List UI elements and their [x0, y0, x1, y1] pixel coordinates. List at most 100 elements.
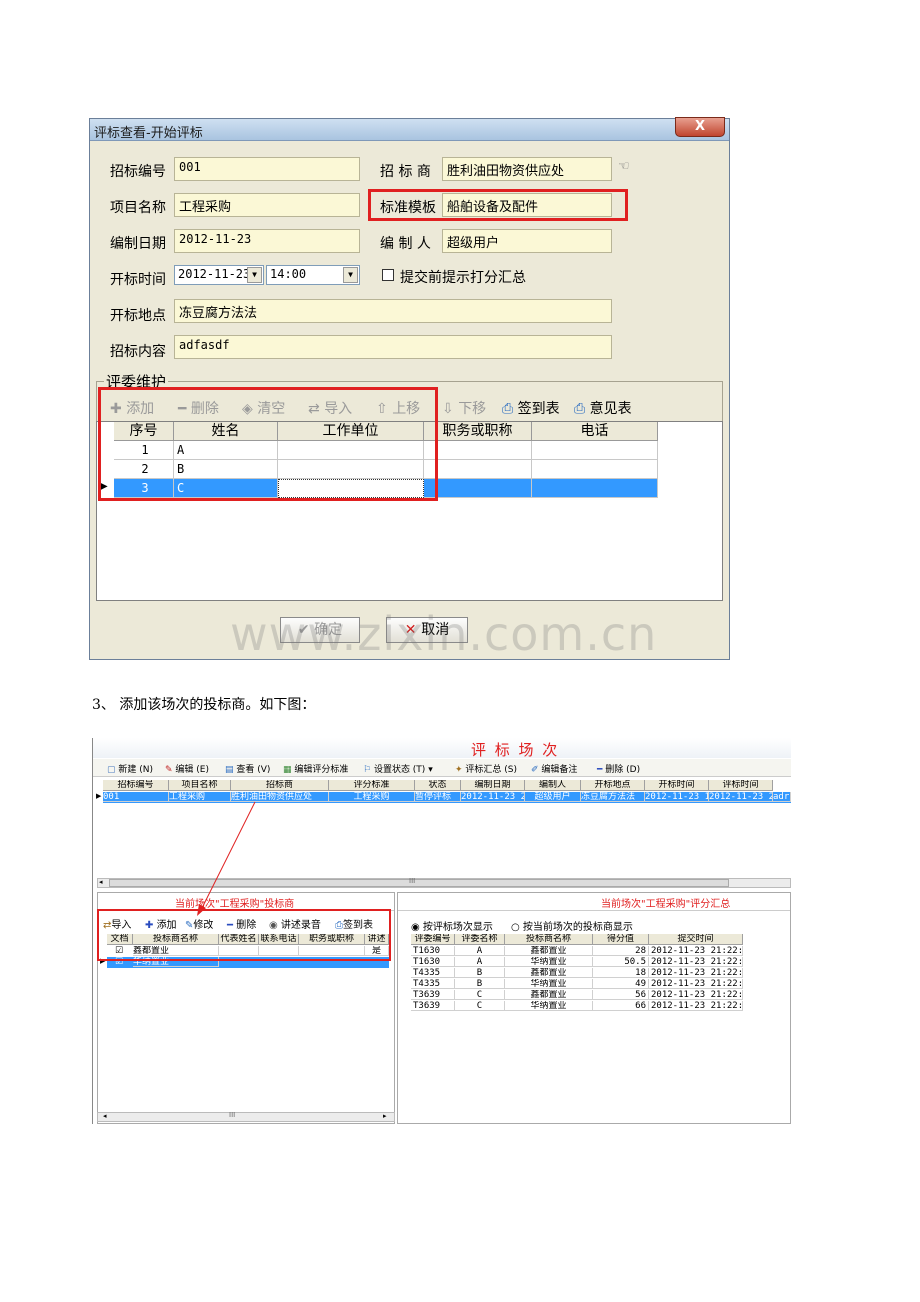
edit-button[interactable]: ✎ 编辑 (E)	[165, 762, 209, 775]
col-header-judge-id[interactable]: 评委编号	[411, 934, 455, 945]
col-header[interactable]: 招标编号	[103, 780, 169, 791]
view-button[interactable]: ▤ 查看 (V)	[225, 762, 270, 775]
cell-overflow[interactable]: adr	[773, 792, 791, 802]
col-header[interactable]: 开标时间	[645, 780, 709, 791]
cell-judge-name[interactable]: B	[455, 979, 505, 989]
cell-score[interactable]: 28	[593, 946, 649, 956]
bid-content-field[interactable]: adfasdf	[174, 335, 612, 359]
cell-submit-time[interactable]: 2012-11-23 21:22:00	[649, 946, 743, 956]
cell-judge-id[interactable]: T1630	[411, 957, 455, 967]
cell-judge-id[interactable]: T1630	[411, 946, 455, 956]
chevron-down-icon[interactable]: ▼	[343, 267, 358, 283]
cell-bid-number[interactable]: 001	[103, 792, 169, 802]
cell-judge-name[interactable]: B	[455, 968, 505, 978]
cell-bidder[interactable]: 鑫都置业	[505, 968, 593, 978]
open-date-picker[interactable]: 2012-11-23 ▼	[174, 265, 264, 285]
cell-open-time[interactable]: 2012-11-23 14	[645, 792, 709, 802]
col-header[interactable]: 编制人	[525, 780, 581, 791]
scroll-right-icon[interactable]: ▸	[383, 1112, 387, 1120]
open-location-field[interactable]: 冻豆腐方法法	[174, 299, 612, 323]
cell-judge-id[interactable]: T3639	[411, 1001, 455, 1011]
project-name-field[interactable]: 工程采购	[174, 193, 360, 217]
lookup-hand-icon[interactable]: ☜	[618, 159, 640, 177]
prompt-summary-checkbox[interactable]	[382, 269, 394, 281]
cell-score[interactable]: 56	[593, 990, 649, 1000]
compiler-field[interactable]: 超级用户	[442, 229, 612, 253]
cell-judge-name[interactable]: A	[455, 957, 505, 967]
cell-score[interactable]: 18	[593, 968, 649, 978]
bidder-field[interactable]: 胜利油田物资供应处	[442, 157, 612, 181]
col-header-score[interactable]: 得分值	[593, 934, 649, 945]
table-row-title[interactable]	[424, 460, 532, 479]
cell-judge-id[interactable]: T3639	[411, 990, 455, 1000]
close-button[interactable]: X	[675, 117, 725, 137]
cell-bidder[interactable]: 华纳置业	[505, 957, 593, 967]
col-header[interactable]: 评分标准	[329, 780, 415, 791]
table-row-title[interactable]	[424, 441, 532, 460]
cell-bidder[interactable]: 鑫都置业	[505, 946, 593, 956]
col-header[interactable]: 状态	[415, 780, 461, 791]
cell-submit-time[interactable]: 2012-11-23 21:22:00	[649, 990, 743, 1000]
col-header[interactable]: 项目名称	[169, 780, 231, 791]
bid-number-field[interactable]: 001	[174, 157, 360, 181]
cell-submit-time[interactable]: 2012-11-23 21:22:00	[649, 968, 743, 978]
summary-button[interactable]: ✦ 评标汇总 (S)	[455, 762, 517, 775]
col-header[interactable]: 开标地点	[581, 780, 645, 791]
cell-score[interactable]: 66	[593, 1001, 649, 1011]
cell-submit-time[interactable]: 2012-11-23 21:22:00	[649, 979, 743, 989]
label-bidder: 招 标 商	[380, 164, 431, 180]
col-header-judge-name[interactable]: 评委名称	[455, 934, 505, 945]
cell-submit-time[interactable]: 2012-11-23 21:22:00	[649, 1001, 743, 1011]
bidders-scrollbar[interactable]	[97, 1112, 395, 1122]
table-row-phone[interactable]	[532, 441, 658, 460]
radio-by-bidder[interactable]: ○ 按当前场次的投标商显示	[511, 918, 633, 933]
table-row-phone[interactable]	[532, 460, 658, 479]
cell-judge-name[interactable]: C	[455, 990, 505, 1000]
cell-standard[interactable]: 工程采购	[329, 792, 415, 802]
col-header[interactable]: 评标时间	[709, 780, 773, 791]
col-header-submit-time[interactable]: 提交时间	[649, 934, 743, 945]
move-down-button[interactable]: ⇩ 下移	[442, 398, 486, 418]
cell-score[interactable]: 49	[593, 979, 649, 989]
table-row-title[interactable]	[424, 479, 532, 498]
delete-session-button[interactable]: ━ 删除 (D)	[597, 762, 640, 775]
edit-standard-button[interactable]: ▦ 编辑评分标准	[283, 762, 348, 775]
cell-bidder[interactable]: 鑫都置业	[505, 990, 593, 1000]
edit-note-button[interactable]: ✐ 编辑备注	[531, 762, 577, 775]
col-header-title[interactable]: 职务或职称	[424, 422, 532, 441]
cell-bidder[interactable]: 华纳置业	[505, 979, 593, 989]
scroll-left-icon[interactable]: ◂	[103, 1112, 107, 1120]
cell-location[interactable]: 冻豆腐方法法	[581, 792, 645, 802]
set-status-button[interactable]: ⚐ 设置状态 (T) ▾	[363, 762, 433, 775]
signin-sheet-button[interactable]: ⎙ 签到表	[502, 398, 560, 418]
printer-icon: ⎙	[502, 401, 518, 417]
status-icon: ⚐	[363, 765, 374, 775]
col-header[interactable]: 编制日期	[461, 780, 525, 791]
cell-bidder[interactable]: 华纳置业	[505, 1001, 593, 1011]
compile-date-field[interactable]: 2012-11-23	[174, 229, 360, 253]
cell-submit-time[interactable]: 2012-11-23 21:22:00	[649, 957, 743, 967]
table-row-phone[interactable]	[532, 479, 658, 498]
cell-compiler[interactable]: 超级用户	[525, 792, 581, 802]
cell-eval-time[interactable]: 2012-11-23 21	[709, 792, 773, 802]
scroll-left-icon[interactable]: ◂	[99, 878, 103, 886]
col-header-phone[interactable]: 电话	[532, 422, 658, 441]
opinion-sheet-button[interactable]: ⎙ 意见表	[574, 398, 632, 418]
new-button[interactable]: ▢ 新建 (N)	[107, 762, 153, 775]
label-open-location: 开标地点	[110, 308, 166, 324]
col-header-bidder[interactable]: 投标商名称	[505, 934, 593, 945]
cell-status[interactable]: 暂停评标	[415, 792, 461, 802]
chevron-down-icon[interactable]: ▼	[247, 267, 262, 283]
template-field[interactable]: 船舶设备及配件	[442, 193, 612, 217]
cell-judge-name[interactable]: C	[455, 1001, 505, 1011]
cell-score[interactable]: 50.5	[593, 957, 649, 967]
open-time-select[interactable]: 14:00 ▼	[266, 265, 360, 285]
pen-icon: ✐	[531, 765, 542, 775]
cell-judge-id[interactable]: T4335	[411, 979, 455, 989]
col-header[interactable]: 招标商	[231, 780, 329, 791]
open-time-value: 14:00	[270, 267, 307, 281]
cell-judge-id[interactable]: T4335	[411, 968, 455, 978]
cell-compile-date[interactable]: 2012-11-23 2	[461, 792, 525, 802]
radio-by-session[interactable]: ◉ 按评标场次显示	[411, 918, 493, 933]
cell-judge-name[interactable]: A	[455, 946, 505, 956]
